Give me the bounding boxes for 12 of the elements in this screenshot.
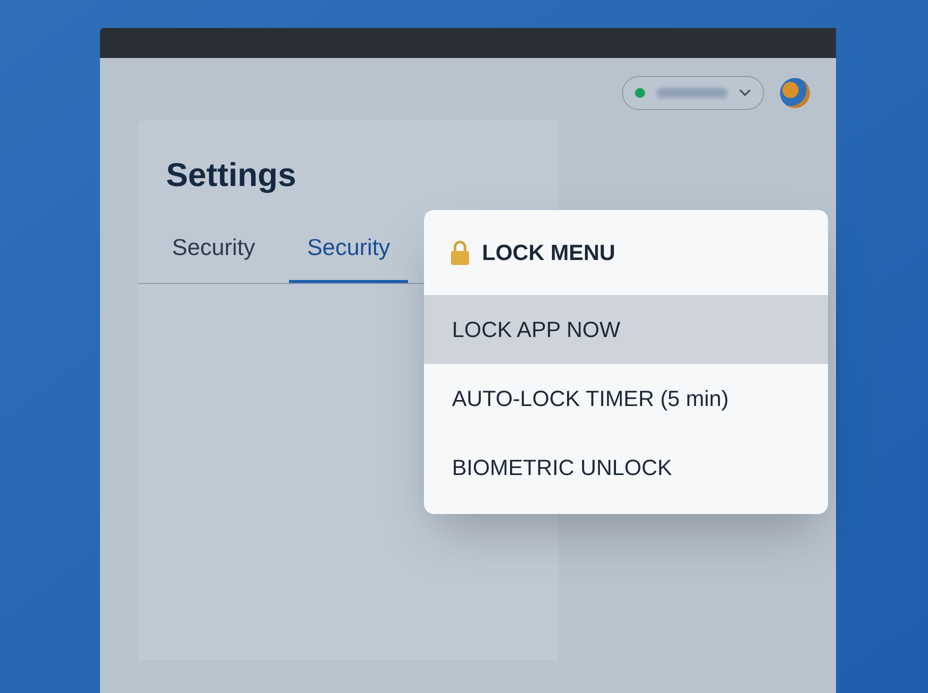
account-selector[interactable] — [622, 76, 764, 110]
lock-menu-item[interactable]: BIOMETRIC UNLOCK — [424, 433, 828, 502]
chevron-down-icon — [739, 89, 751, 97]
lock-menu-item[interactable]: LOCK APP NOW — [424, 295, 828, 364]
avatar[interactable] — [780, 78, 810, 108]
settings-tab[interactable]: Security — [289, 230, 408, 283]
lock-menu-item[interactable]: AUTO-LOCK TIMER (5 min) — [424, 364, 828, 433]
settings-tab[interactable]: Security — [172, 230, 256, 283]
blurred-text — [657, 88, 727, 98]
lock-menu-title: LOCK MENU — [482, 239, 616, 267]
settings-title: Settings — [165, 155, 298, 195]
padlock-icon — [450, 240, 470, 266]
